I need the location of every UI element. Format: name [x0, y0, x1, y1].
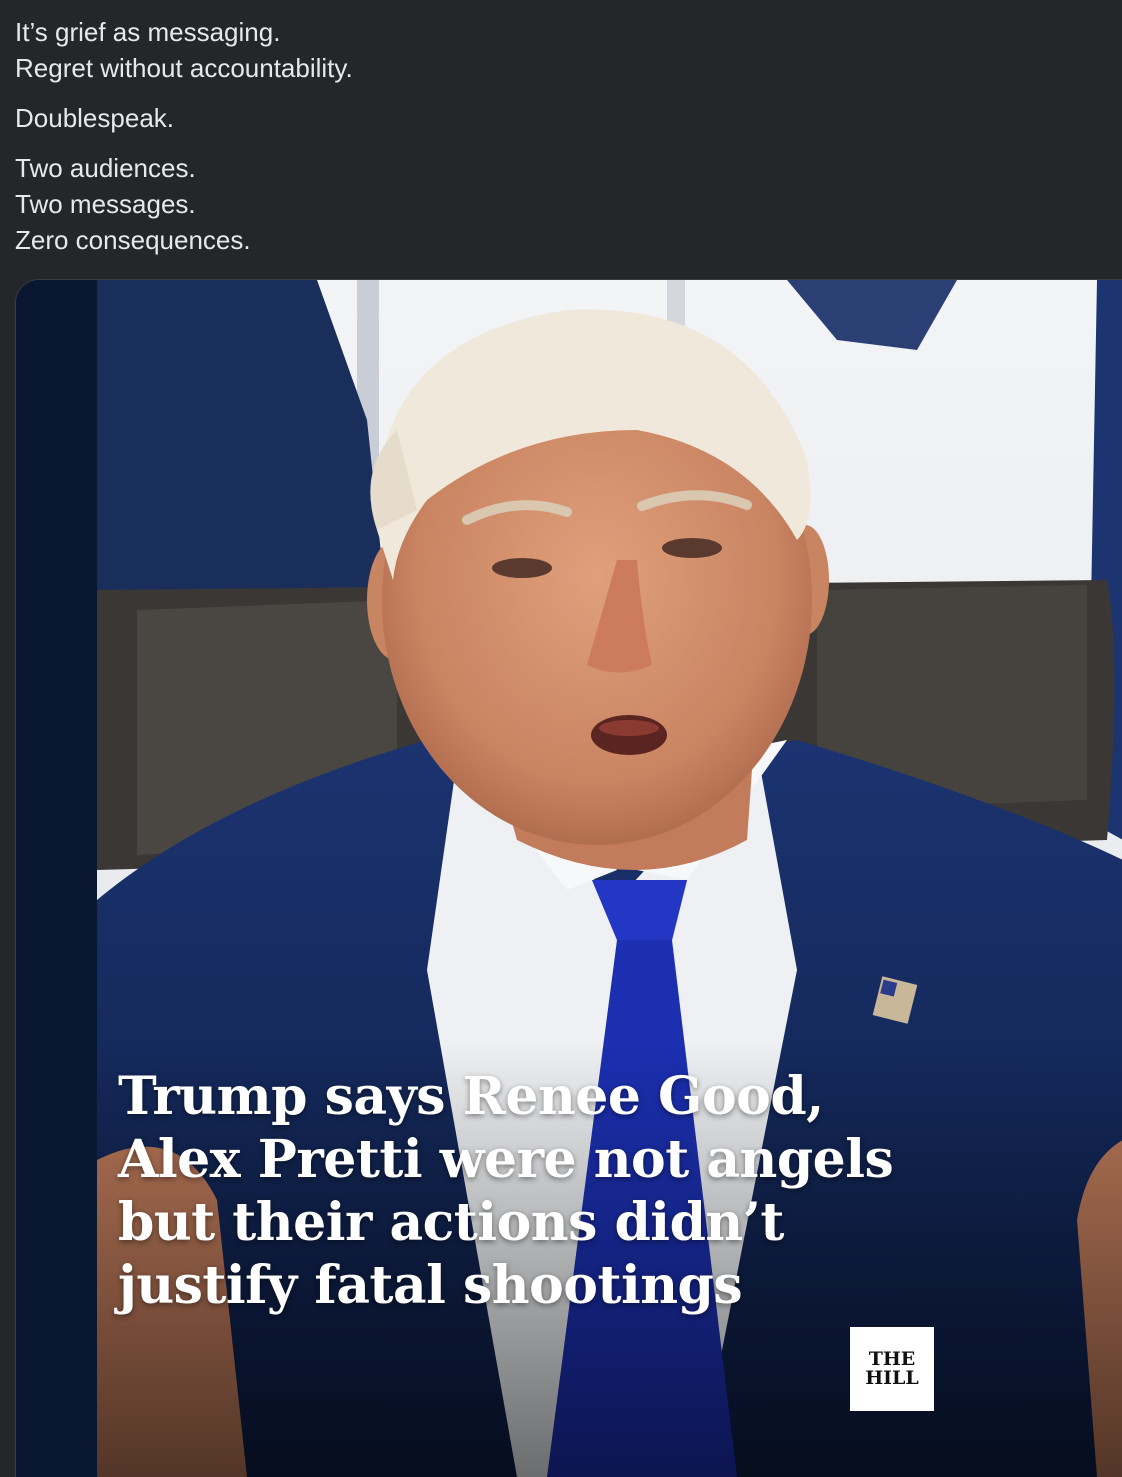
- post-paragraph-2: Doublespeak.: [15, 100, 1105, 136]
- headline-line: but their actions didn’t: [118, 1192, 784, 1253]
- the-hill-logo: THE HILL: [850, 1327, 934, 1411]
- media-side-panel: [16, 280, 97, 1477]
- post-paragraph-1: It’s grief as messaging. Regret without …: [15, 14, 1105, 86]
- news-headline: Trump says Renee Good, Alex Pretti were …: [118, 1065, 938, 1317]
- post: It’s grief as messaging. Regret without …: [0, 0, 1122, 1477]
- post-paragraph-3: Two audiences. Two messages. Zero conseq…: [15, 150, 1105, 258]
- post-text-line: Two messages.: [15, 189, 196, 219]
- post-text: It’s grief as messaging. Regret without …: [15, 14, 1105, 272]
- headline-line: justify fatal shootings: [118, 1255, 743, 1316]
- logo-text-line: HILL: [865, 1367, 919, 1389]
- post-text-line: Zero consequences.: [15, 225, 251, 255]
- post-text-line: Two audiences.: [15, 153, 196, 183]
- post-text-line: It’s grief as messaging.: [15, 17, 281, 47]
- post-text-line: Doublespeak.: [15, 103, 174, 133]
- headline-line: Trump says Renee Good,: [118, 1066, 824, 1127]
- media-card[interactable]: Trump says Renee Good, Alex Pretti were …: [15, 279, 1122, 1477]
- headline-line: Alex Pretti were not angels: [118, 1129, 894, 1190]
- post-text-line: Regret without accountability.: [15, 53, 353, 83]
